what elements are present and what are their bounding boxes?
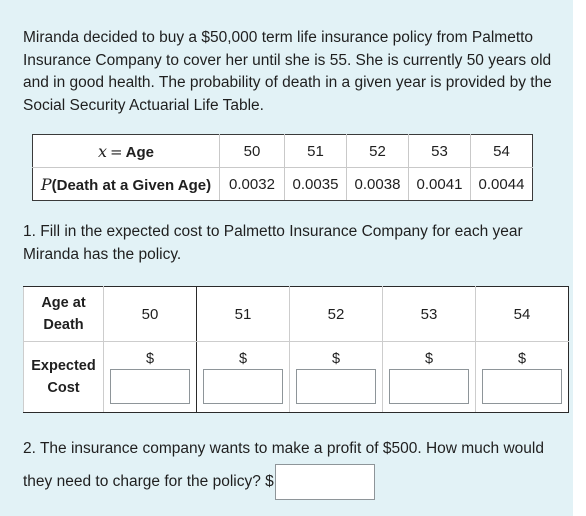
probability-cell: 0.0032 — [219, 167, 285, 201]
dollar-sign: $ — [145, 351, 155, 367]
dollar-sign: $ — [517, 351, 527, 367]
probability-label: (Death at a Given Age) — [51, 176, 212, 194]
expected-cost-input-age-54[interactable] — [482, 369, 562, 404]
expected-cost-input-age-50[interactable] — [110, 369, 190, 404]
age-cell: 54 — [475, 286, 569, 342]
question-2: 2. The insurance company wants to make a… — [23, 433, 568, 500]
probability-cell: 0.0041 — [408, 167, 471, 201]
cost-cell: $ — [475, 341, 569, 413]
expected-cost-input-age-51[interactable] — [203, 369, 283, 404]
probability-cell: 0.0035 — [284, 167, 347, 201]
expected-cost-row: Expected Cost $ $ $ $ $ — [23, 341, 569, 413]
age-cell: 54 — [470, 134, 533, 168]
age-cell: 52 — [346, 134, 409, 168]
age-cell: 53 — [382, 286, 476, 342]
dollar-sign: $ — [331, 351, 341, 367]
question-panel: Miranda decided to buy a $50,000 term li… — [0, 0, 573, 516]
age-cell: 51 — [284, 134, 347, 168]
probability-variable: P — [40, 174, 52, 194]
probability-table: x = Age 50 51 52 53 54 P(Death at a Given … — [32, 134, 533, 201]
probability-row-header: P(Death at a Given Age) — [32, 167, 220, 201]
age-at-death-header: Age at Death — [23, 286, 104, 342]
dollar-sign: $ — [424, 351, 434, 367]
cost-cell: $ — [103, 341, 197, 413]
expected-cost-input-age-53[interactable] — [389, 369, 469, 404]
probability-row: P(Death at a Given Age) 0.0032 0.0035 0.… — [32, 167, 533, 201]
age-cell: 52 — [289, 286, 383, 342]
age-cell: 53 — [408, 134, 471, 168]
age-cell: 51 — [196, 286, 290, 342]
equals-sign: = — [110, 142, 123, 161]
question-1-text: 1. Fill in the expected cost to Palmetto… — [23, 223, 523, 263]
age-row: x = Age 50 51 52 53 54 — [32, 134, 533, 168]
expected-cost-table: Age at Death 50 51 52 53 54 Expected Cos… — [23, 286, 569, 413]
problem-intro: Miranda decided to buy a $50,000 term li… — [23, 29, 552, 114]
age-cell: 50 — [219, 134, 285, 168]
dollar-sign: $ — [265, 473, 274, 491]
age-row-header: x = Age — [32, 134, 220, 168]
dollar-sign: $ — [238, 351, 248, 367]
expected-cost-header: Expected Cost — [23, 341, 104, 413]
probability-cell: 0.0044 — [470, 167, 533, 201]
age-label: Age — [125, 143, 154, 161]
age-variable: x — [98, 141, 108, 161]
age-at-death-row: Age at Death 50 51 52 53 54 — [23, 286, 569, 342]
expected-cost-input-age-52[interactable] — [296, 369, 376, 404]
probability-cell: 0.0038 — [346, 167, 409, 201]
cost-cell: $ — [289, 341, 383, 413]
age-cell: 50 — [103, 286, 197, 342]
cost-cell: $ — [382, 341, 476, 413]
cost-cell: $ — [196, 341, 290, 413]
policy-price-input[interactable] — [274, 464, 375, 500]
